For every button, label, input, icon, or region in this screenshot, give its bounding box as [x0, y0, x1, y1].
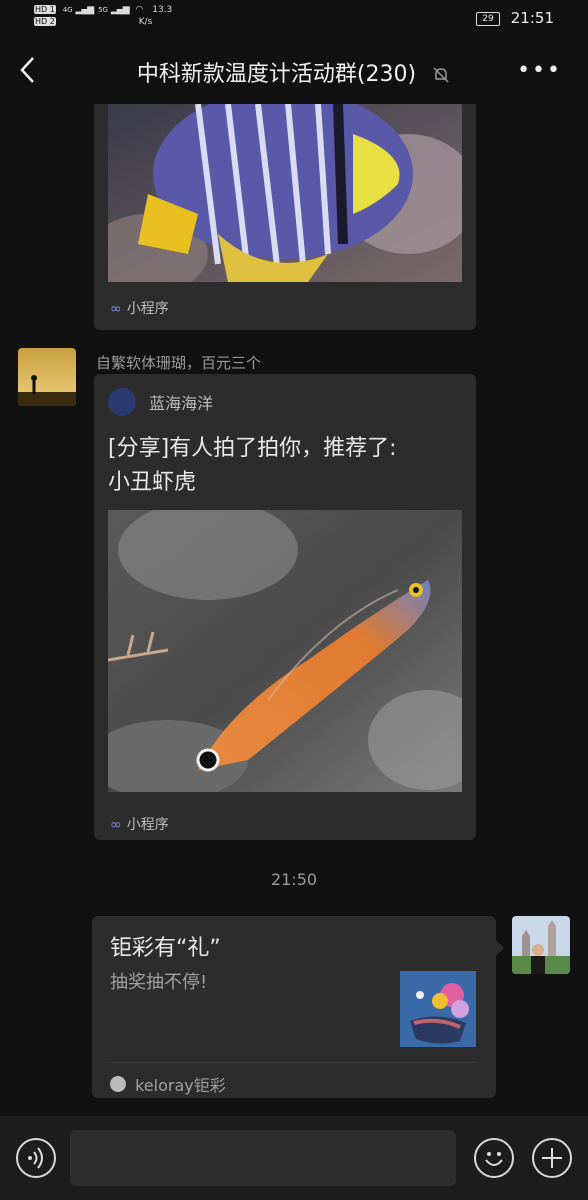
mp-source: 蓝海海洋	[108, 388, 213, 416]
emoji-button[interactable]	[474, 1138, 514, 1178]
speed-value: 13.3	[152, 5, 173, 15]
signal-icon-2: ▂▄▆	[110, 5, 130, 15]
link-title: 钜彩有“礼”	[110, 936, 221, 961]
message-input[interactable]	[70, 1130, 456, 1186]
link-card[interactable]: 钜彩有“礼” 抽奖抽不停! keloray钜彩	[92, 916, 496, 1098]
sim1-label: HD 1	[34, 5, 56, 14]
source-logo-icon	[108, 388, 136, 416]
chat-title: 中科新款温度计活动群(230)	[136, 62, 417, 87]
voice-input-button[interactable]	[16, 1138, 56, 1178]
speed-unit: K/s	[138, 17, 153, 27]
avatar[interactable]	[18, 348, 76, 406]
mute-bell-icon	[433, 67, 449, 83]
voice-icon	[28, 1147, 43, 1169]
signal-icon: ▂▄▆	[75, 5, 94, 15]
mp-title-line1: [分享]有人拍了拍你，推荐了:	[108, 436, 397, 461]
mp-footer-label: 小程序	[126, 817, 169, 833]
bubble-arrow	[496, 940, 504, 956]
plus-icon	[542, 1148, 562, 1168]
mp-footer: ∞ 小程序	[110, 298, 169, 318]
mp-title-line2: 小丑虾虎	[108, 470, 197, 495]
fish-image	[108, 104, 462, 282]
sender-name: 自繁软体珊瑚，百元三个	[96, 354, 262, 372]
status-right: 29 21:51	[475, 9, 554, 27]
message-timestamp: 21:50	[270, 870, 318, 889]
more-functions-button[interactable]	[532, 1138, 572, 1178]
more-options-icon[interactable]: •••	[517, 58, 562, 83]
mini-program-icon: ∞	[110, 301, 122, 317]
status-left: HD 1 4G ▂▄▆ 5G ▂▄▆ ◠ 13.3 HD 2 K/s	[34, 4, 172, 28]
source-logo-icon	[110, 1076, 126, 1092]
link-source-name: keloray钜彩	[135, 1076, 226, 1095]
net1-label: 4G	[62, 6, 73, 14]
sim2-label: HD 2	[34, 17, 56, 26]
link-subtitle: 抽奖抽不停!	[110, 972, 208, 993]
card-divider	[110, 1062, 478, 1063]
chat-title-row: 中科新款温度计活动群(230)	[0, 56, 588, 88]
status-bar: HD 1 4G ▂▄▆ 5G ▂▄▆ ◠ 13.3 HD 2 K/s 29 21…	[0, 0, 588, 38]
mp-footer: ∞ 小程序	[110, 814, 169, 834]
link-source: keloray钜彩	[110, 1072, 226, 1096]
mini-program-card[interactable]: ∞ 小程序	[94, 104, 476, 330]
mp-title: [分享]有人拍了拍你，推荐了: 小丑虾虎	[108, 432, 458, 500]
my-avatar[interactable]	[512, 916, 570, 974]
wifi-icon: ◠	[135, 5, 144, 15]
clock: 21:51	[510, 9, 554, 27]
goby-fish-image	[108, 510, 462, 792]
link-thumbnail	[400, 971, 476, 1047]
mp-footer-label: 小程序	[126, 301, 169, 317]
emoji-icon	[485, 1152, 503, 1166]
mini-program-icon: ∞	[110, 817, 122, 833]
net2-label: 5G	[98, 6, 108, 14]
mini-program-card[interactable]: 蓝海海洋 [分享]有人拍了拍你，推荐了: 小丑虾虎 ∞ 小程序	[94, 374, 476, 840]
message-list: ∞ 小程序 自繁软体珊瑚，百元三个 蓝海海洋 [分享]有人拍了拍你，推荐了: 小…	[0, 104, 588, 1116]
battery-icon: 29	[475, 11, 500, 26]
source-name: 蓝海海洋	[149, 394, 214, 413]
